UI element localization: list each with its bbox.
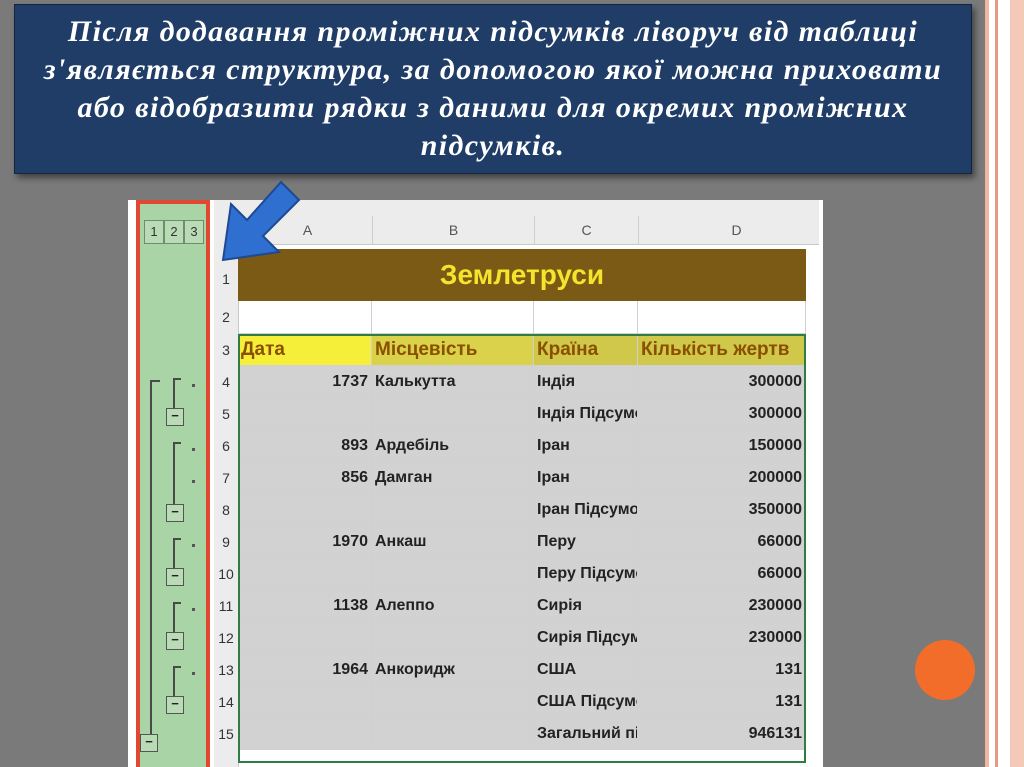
empty-cell[interactable] — [238, 301, 372, 334]
outline-collapse-button[interactable]: − — [166, 408, 184, 426]
outline-group-line — [173, 602, 175, 634]
decor-stripe — [998, 0, 1010, 767]
empty-cell[interactable] — [534, 301, 638, 334]
outline-detail-dot — [192, 672, 195, 675]
row-header-11[interactable]: 11 — [214, 590, 238, 622]
caption-text: Після додавання проміжних підсумків ліво… — [43, 15, 943, 162]
row-header-10[interactable]: 10 — [214, 558, 238, 590]
decor-stripe — [1010, 0, 1024, 767]
column-header-b[interactable]: B — [372, 216, 534, 244]
outline-detail-dot — [192, 480, 195, 483]
row-header-2[interactable]: 2 — [214, 301, 238, 334]
outline-detail-dot — [192, 608, 195, 611]
outline-collapse-button[interactable]: − — [166, 504, 184, 522]
empty-cell[interactable] — [638, 301, 806, 334]
outline-detail-dot — [192, 448, 195, 451]
outline-collapse-button[interactable]: − — [166, 696, 184, 714]
outline-group-line — [173, 666, 175, 698]
outline-group-line — [173, 442, 181, 444]
accent-dot — [915, 640, 975, 700]
row-header-13[interactable]: 13 — [214, 654, 238, 686]
excel-screenshot: 1 2 3 − − − − − − A B C D 1 2 3 4 5 6 7 8 9 10 11 12 13 14… — [128, 200, 823, 767]
outline-group-line — [173, 442, 175, 506]
selection-border — [238, 334, 806, 763]
row-header-8[interactable]: 8 — [214, 494, 238, 526]
outline-bracket-line — [150, 380, 160, 382]
column-header-d[interactable]: D — [638, 216, 823, 244]
outline-group-line — [173, 602, 181, 604]
outline-collapse-button[interactable]: − — [166, 632, 184, 650]
outline-group-line — [173, 538, 181, 540]
empty-cell[interactable] — [372, 301, 534, 334]
row-header-12[interactable]: 12 — [214, 622, 238, 654]
outline-bracket-line — [150, 380, 152, 736]
column-header-c[interactable]: C — [534, 216, 638, 244]
outline-group-line — [173, 378, 181, 380]
pointer-arrow-icon — [221, 180, 301, 262]
row-header-14[interactable]: 14 — [214, 686, 238, 718]
outline-collapse-grand-button[interactable]: − — [140, 734, 158, 752]
outline-group-line — [173, 378, 175, 410]
row-header-15[interactable]: 15 — [214, 718, 238, 750]
outline-group-line — [173, 538, 175, 570]
row-header-9[interactable]: 9 — [214, 526, 238, 558]
outline-detail-dot — [192, 544, 195, 547]
row-header-bar: 1 2 3 4 5 6 7 8 9 10 11 12 13 14 15 — [214, 244, 239, 767]
row-header-5[interactable]: 5 — [214, 398, 238, 430]
caption-box: Після додавання проміжних підсумків ліво… — [14, 4, 972, 174]
outline-level-1-button[interactable]: 1 — [144, 220, 164, 244]
outline-level-2-button[interactable]: 2 — [164, 220, 184, 244]
outline-group-line — [173, 666, 181, 668]
outline-level-3-button[interactable]: 3 — [184, 220, 204, 244]
outline-collapse-button[interactable]: − — [166, 568, 184, 586]
row-header-3[interactable]: 3 — [214, 334, 238, 366]
row-header-6[interactable]: 6 — [214, 430, 238, 462]
outline-detail-dot — [192, 384, 195, 387]
row-header-4[interactable]: 4 — [214, 366, 238, 398]
row-header-7[interactable]: 7 — [214, 462, 238, 494]
outline-panel: 1 2 3 − − − − − − — [136, 200, 210, 767]
